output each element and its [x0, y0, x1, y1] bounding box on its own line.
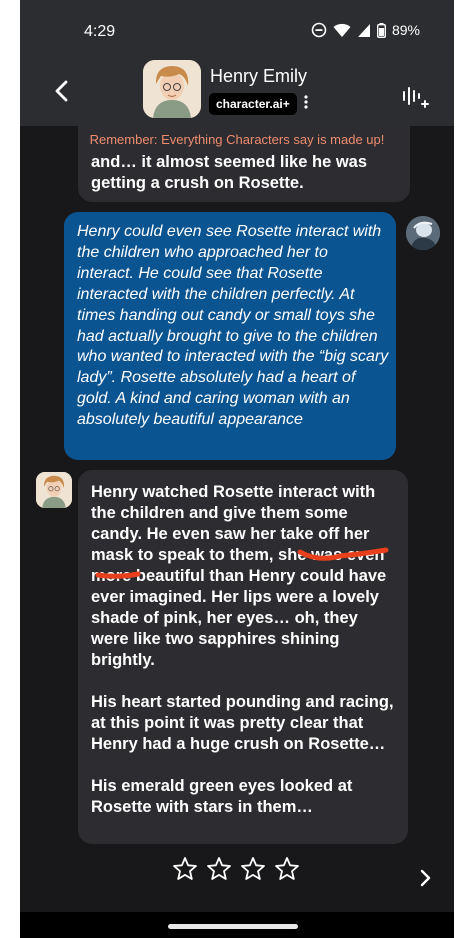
system-nav-bar [20, 912, 454, 938]
next-response-chevron-icon[interactable] [416, 868, 434, 888]
do-not-disturb-icon [311, 22, 327, 38]
kebab-menu-icon[interactable] [301, 94, 311, 110]
home-gesture-handle[interactable] [168, 924, 298, 929]
character-avatar-small[interactable] [36, 472, 72, 508]
battery-percent: 89% [391, 22, 420, 38]
star-outline-icon[interactable] [206, 856, 232, 882]
character-message-bubble[interactable]: Henry watched Rosette interact with the … [78, 470, 408, 844]
status-bar: 4:29 89% [20, 0, 454, 56]
message-text: Henry could even see Rosette interact wi… [77, 223, 389, 429]
disclaimer-banner: Remember: Everything Characters say is m… [89, 132, 385, 147]
status-time: 4:29 [84, 23, 116, 40]
wifi-icon [333, 23, 351, 37]
star-outline-icon[interactable] [240, 856, 266, 882]
chat-header: Henry Emily character.ai+ [20, 56, 454, 126]
signal-icon [357, 23, 370, 37]
star-outline-icon[interactable] [274, 856, 300, 882]
message-paragraph: Henry watched Rosette interact with the … [91, 483, 387, 669]
voice-call-icon[interactable] [400, 82, 430, 112]
chat-area[interactable]: and… it almost seemed like he was gettin… [20, 126, 454, 912]
character-avatar[interactable] [143, 60, 201, 118]
battery-icon [376, 22, 386, 38]
rating-stars [172, 856, 300, 882]
message-text: and… it almost seemed like he was gettin… [91, 153, 368, 192]
character-name[interactable]: Henry Emily [210, 66, 307, 87]
message-text: Henry watched Rosette interact with the … [91, 482, 397, 839]
message-paragraph: His emerald green eyes looked at Rosette… [91, 777, 353, 816]
message-paragraph: His heart started pounding and racing, a… [91, 693, 394, 753]
brand-badge: character.ai+ [209, 93, 297, 115]
star-outline-icon[interactable] [172, 856, 198, 882]
back-arrow-icon[interactable] [50, 78, 74, 104]
status-icons: 89% [311, 22, 420, 38]
user-avatar[interactable] [406, 216, 440, 250]
user-message-bubble[interactable]: Henry could even see Rosette interact wi… [64, 212, 396, 460]
